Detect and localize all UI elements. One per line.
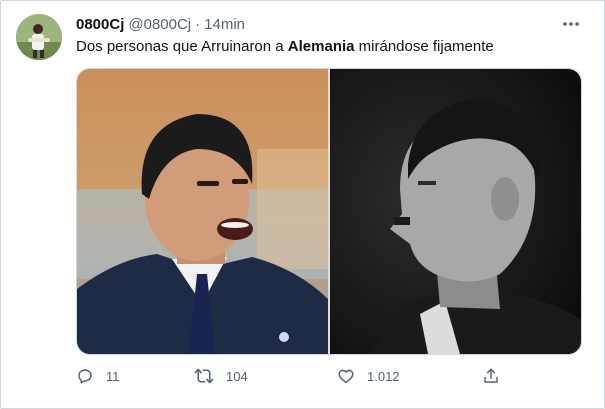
retweet-count: 104 (226, 368, 248, 384)
tweet-media[interactable] (76, 68, 582, 355)
photo-left-image (77, 69, 328, 354)
timestamp[interactable]: 14min (204, 16, 245, 33)
more-icon (563, 22, 579, 26)
tweet-text-part: Dos personas que Arruinaron a (76, 38, 288, 55)
photo-right-image (330, 69, 581, 354)
like-icon (338, 369, 354, 384)
tweet-text-bold: Alemania (287, 38, 355, 55)
like-button[interactable]: 1.012 (337, 362, 400, 390)
reply-count: 11 (106, 368, 120, 384)
reply-icon (78, 369, 92, 384)
photo-left[interactable] (77, 69, 328, 354)
tweet-header: 0800Cj @0800Cj · 14min (76, 14, 245, 34)
tweet-actions: 11 104 1.012 (76, 362, 580, 390)
avatar[interactable] (16, 14, 62, 60)
retweet-icon (194, 368, 214, 384)
share-button[interactable] (482, 362, 500, 390)
like-count: 1.012 (367, 368, 400, 384)
avatar-image (16, 14, 62, 60)
reply-button[interactable]: 11 (76, 362, 120, 390)
tweet-text: Dos personas que Arruinaron a Alemania m… (76, 37, 494, 57)
tweet-text-part: mirándose fijamente (354, 38, 494, 55)
author-handle[interactable]: @0800Cj (128, 16, 191, 33)
photo-right[interactable] (330, 69, 581, 354)
share-icon (484, 368, 498, 383)
more-button[interactable] (558, 12, 584, 36)
separator-dot: · (195, 15, 201, 33)
retweet-button[interactable]: 104 (194, 362, 248, 390)
author-name[interactable]: 0800Cj (76, 16, 124, 33)
